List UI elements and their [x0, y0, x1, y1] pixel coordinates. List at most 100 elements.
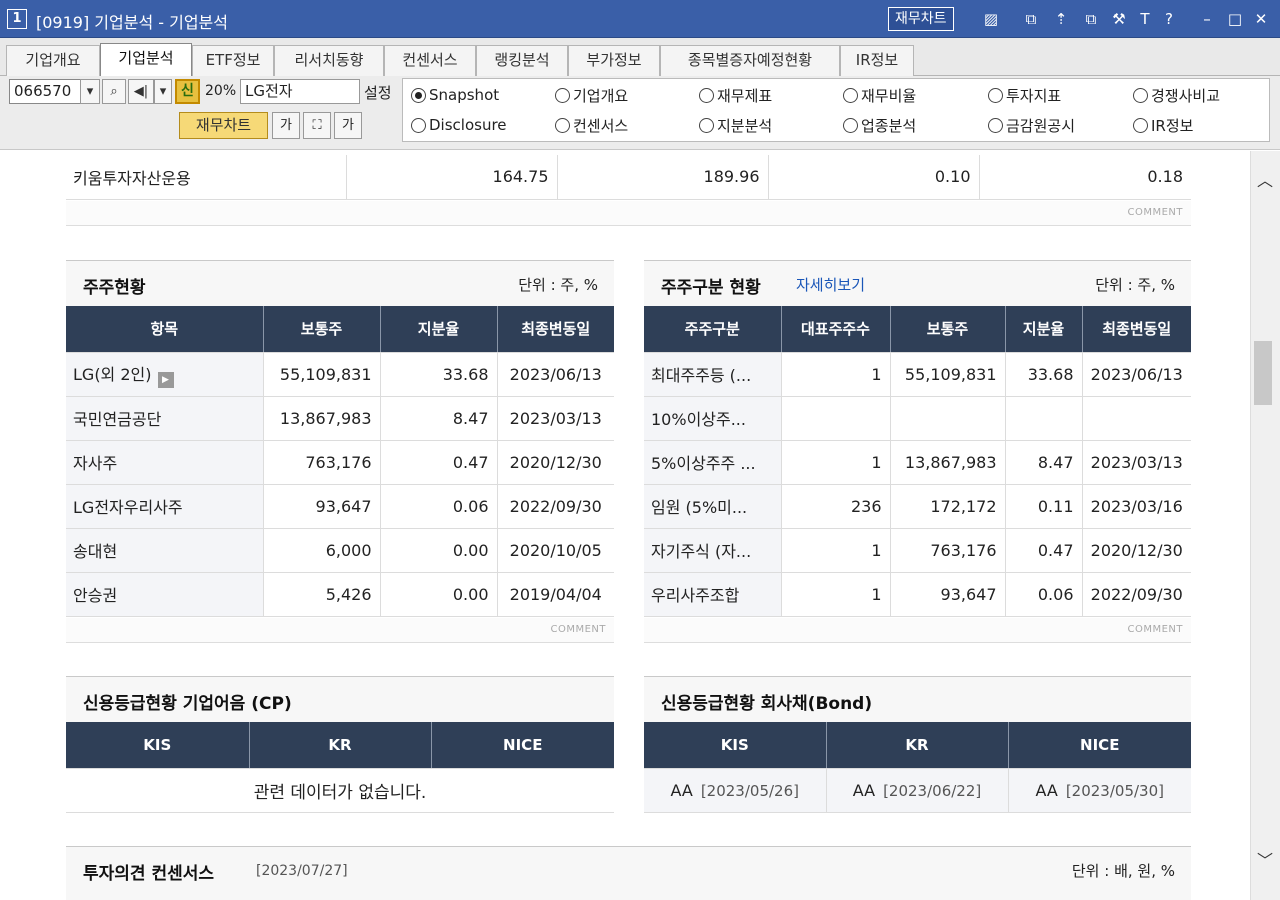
- tab-capital-increase[interactable]: 종목별증자예정현황: [660, 45, 840, 76]
- window-icon[interactable]: ⧉: [1020, 8, 1042, 30]
- radio-option[interactable]: 컨센서스: [555, 115, 628, 135]
- pin-icon[interactable]: ⇡: [1050, 8, 1072, 30]
- fit-icon[interactable]: ⛶: [303, 112, 331, 139]
- speaker-icon[interactable]: ◀|: [128, 79, 154, 104]
- stock-name-field[interactable]: LG전자: [240, 79, 360, 104]
- radio-dot[interactable]: [555, 87, 570, 103]
- radio-label: 경쟁사비교: [1151, 86, 1221, 105]
- cell-text: 13,867,983: [279, 408, 372, 428]
- radio-option[interactable]: 업종분석: [843, 115, 916, 135]
- radio-dot[interactable]: [699, 117, 714, 133]
- radio-option[interactable]: 금감원공시: [988, 115, 1075, 135]
- chart-icon[interactable]: ▨: [980, 8, 1002, 30]
- radio-option[interactable]: 투자지표: [988, 85, 1061, 105]
- credit-bond-table: KIS KR NICE AA [2023/05/26] AA [2023/06/22…: [644, 722, 1191, 813]
- radio-option[interactable]: 기업개요: [555, 85, 628, 105]
- table-row: 최대주주등 (... 1 55,109,831 33.68 2023/06/13: [644, 352, 1191, 397]
- title-bar: 1 [0919] 기업분석 - 기업분석 재무차트 ▨ ⧉ ⇡ ⧉ ⚒ T ? …: [0, 0, 1280, 38]
- radio-label: 지분분석: [717, 116, 773, 135]
- credit-cp-header-cell: KR: [249, 722, 432, 769]
- radio-dot[interactable]: [1133, 117, 1148, 133]
- radio-dot[interactable]: [411, 117, 426, 133]
- radio-option[interactable]: Disclosure: [411, 115, 507, 135]
- shareholder-type-value: 0.11: [1005, 484, 1083, 529]
- table-row: LG(외 2인) ▶ 55,109,831 33.68 2023/06/13: [66, 352, 614, 397]
- cell-text: 763,176: [305, 452, 372, 472]
- tab-ir[interactable]: IR정보: [840, 45, 914, 76]
- radio-dot[interactable]: [843, 87, 858, 103]
- credit-date: [2023/05/26]: [700, 781, 799, 800]
- font-large-button[interactable]: 가: [334, 112, 362, 139]
- shareholder-name: LG(외 2인) ▶: [66, 352, 264, 397]
- tool-icon[interactable]: ⚒: [1108, 8, 1130, 30]
- search-icon[interactable]: ⌕: [102, 79, 126, 104]
- scroll-up-icon[interactable]: ︿: [1257, 167, 1273, 191]
- radio-option[interactable]: 지분분석: [699, 115, 772, 135]
- stock-code-input[interactable]: 066570: [9, 79, 81, 104]
- scroll-thumb[interactable]: [1254, 341, 1272, 405]
- radio-dot[interactable]: [988, 87, 1003, 103]
- radio-dot[interactable]: [411, 87, 426, 103]
- shareholder-type-value: 55,109,831: [890, 352, 1006, 397]
- radio-dot[interactable]: [555, 117, 570, 133]
- comment-toggle[interactable]: COMMENT: [644, 618, 1191, 643]
- vertical-scrollbar[interactable]: ︿ ﹀: [1250, 151, 1280, 900]
- shareholder-type-value: 1: [781, 440, 891, 485]
- radio-dot[interactable]: [988, 117, 1003, 133]
- shareholder-type-value: 763,176: [890, 528, 1006, 573]
- radio-option[interactable]: 재무제표: [699, 85, 772, 105]
- radio-option[interactable]: 경쟁사비교: [1133, 85, 1220, 105]
- shareholder-value: 2020/10/05: [497, 528, 614, 573]
- radio-label: IR정보: [1151, 116, 1194, 135]
- cell-text: 55,109,831: [279, 364, 372, 384]
- top-row-value: 0.18: [979, 155, 1191, 200]
- shareholder-type-value: [1082, 396, 1191, 441]
- shareholder-name: 안승권: [66, 572, 264, 617]
- tab-consensus[interactable]: 컨센서스: [384, 45, 476, 76]
- radio-option[interactable]: IR정보: [1133, 115, 1193, 135]
- radio-option[interactable]: Snapshot: [411, 85, 499, 105]
- fin-chart-button[interactable]: 재무차트: [179, 112, 268, 139]
- expand-icon[interactable]: ▶: [157, 371, 174, 388]
- tab-etf[interactable]: ETF정보: [192, 45, 274, 76]
- maximize-icon[interactable]: □: [1224, 8, 1246, 30]
- shareholder-type-value: [890, 396, 1006, 441]
- shin-badge[interactable]: 신: [175, 79, 200, 104]
- shareholder-types-table: 주주구분 대표주주수 보통주 지분율 최종변동일 최대주주등 (... 1 55,109,8…: [644, 306, 1191, 617]
- credit-cp-title: 신용등급현황 기업어음 (CP): [83, 694, 292, 714]
- scroll-down-icon[interactable]: ﹀: [1257, 847, 1273, 871]
- shareholder-type-value: 1: [781, 352, 891, 397]
- shareholder-type-value: 2023/03/13: [1082, 440, 1191, 485]
- shareholder-type-value: [781, 396, 891, 441]
- tab-extra-info[interactable]: 부가정보: [568, 45, 660, 76]
- code-dropdown-icon[interactable]: ▾: [80, 79, 100, 104]
- font-small-button[interactable]: 가: [272, 112, 300, 139]
- tab-company-overview[interactable]: 기업개요: [6, 45, 100, 76]
- comment-toggle[interactable]: COMMENT: [66, 201, 1191, 226]
- close-icon[interactable]: ✕: [1250, 8, 1272, 30]
- credit-bond-kis-cell: AA [2023/05/26]: [644, 768, 827, 813]
- tab-research[interactable]: 리서치동향: [274, 45, 384, 76]
- comment-toggle[interactable]: COMMENT: [66, 618, 614, 643]
- speaker-dropdown-icon[interactable]: ▾: [154, 79, 172, 104]
- radio-dot[interactable]: [843, 117, 858, 133]
- copy-icon[interactable]: ⧉: [1080, 8, 1102, 30]
- shareholders-unit: 단위 : 주, %: [518, 276, 598, 294]
- detail-link[interactable]: 자세히보기: [796, 274, 865, 295]
- credit-bond-title: 신용등급현황 회사채(Bond): [661, 694, 873, 714]
- radio-option[interactable]: 재무비율: [843, 85, 916, 105]
- font-icon[interactable]: T: [1134, 8, 1156, 30]
- fin-chart-title-button[interactable]: 재무차트: [888, 7, 954, 31]
- tab-ranking[interactable]: 랭킹분석: [476, 45, 568, 76]
- radio-dot[interactable]: [699, 87, 714, 103]
- cell-text: 93,647: [315, 496, 372, 516]
- setting-button[interactable]: 설정: [364, 82, 392, 103]
- help-icon[interactable]: ?: [1158, 8, 1180, 30]
- cell-text: 0.06: [452, 496, 489, 516]
- minimize-icon[interactable]: –: [1196, 8, 1218, 30]
- toolbar: 066570 ▾ ⌕ ◀| ▾ 신 20% LG전자 설정 재무차트 가 ⛶ 가…: [0, 76, 1280, 150]
- shareholder-type-value: 13,867,983: [890, 440, 1006, 485]
- tab-company-analysis[interactable]: 기업분석: [100, 43, 192, 77]
- credit-bond-header-cell: KR: [826, 722, 1009, 769]
- radio-dot[interactable]: [1133, 87, 1148, 103]
